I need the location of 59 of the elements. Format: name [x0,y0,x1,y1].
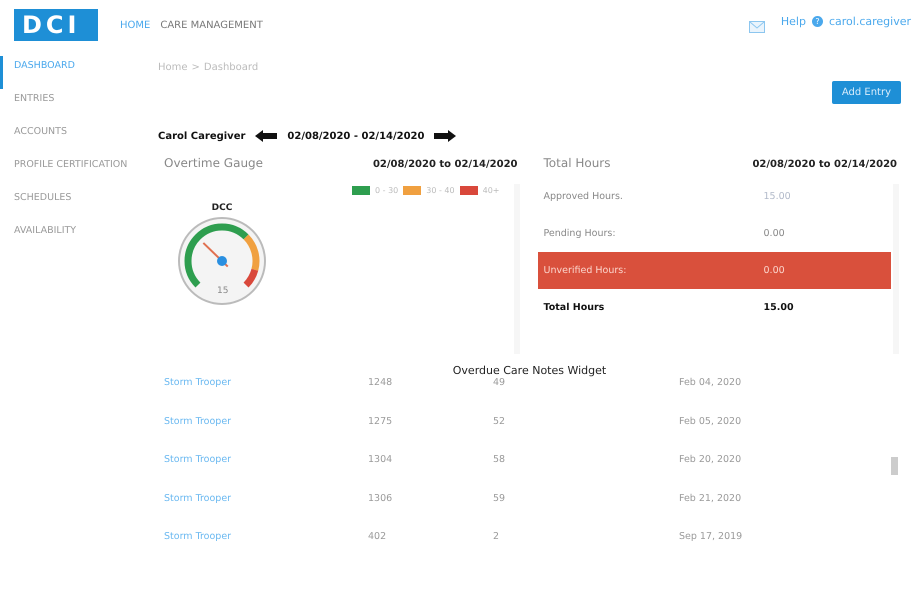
card-title: Overtime Gauge [164,156,264,170]
table-cell-text: 1275 [368,416,394,426]
table-cell-text: 1248 [368,377,394,388]
legend-label: 40+ [482,186,500,195]
hours-value: 0.00 [764,265,785,276]
envelope-icon[interactable] [748,21,765,33]
table-cell-text: 2 [493,531,500,542]
caregiver-name: Carol Caregiver [158,130,246,142]
breadcrumb-link[interactable]: Home [158,62,188,73]
date-cell: Feb 05, 2020 [679,416,742,426]
table-cell-text: 1304 [368,454,394,465]
breadcrumb-separator: > [192,62,200,73]
widget-title: Overdue Care Notes Widget [452,364,608,377]
gauge-value: 15 [217,286,228,296]
table-cell-text: 49 [493,377,506,388]
client-link[interactable]: Storm Trooper [164,416,368,426]
client-link[interactable]: Storm Trooper [164,377,368,388]
add-entry-button[interactable]: Add Entry [832,81,901,104]
table-cell-text: 1306 [368,492,394,504]
left-arrow-icon[interactable] [255,130,278,142]
hours-value: 15.00 [764,302,794,313]
sidebar-item[interactable]: AVAILABILITY [0,221,140,254]
date-cell: Sep 17, 2019 [679,531,742,542]
date-cell: Feb 21, 2020 [679,492,742,504]
legend-label: 0 - 30 [375,186,398,195]
breadcrumb-current: Dashboard [204,62,258,73]
help-icon[interactable]: ? [812,16,823,26]
sidebar-item[interactable]: ACCOUNTS [0,122,140,155]
table-cell-text: 52 [493,416,506,426]
date-range: 02/08/2020 to 02/14/2020 [752,159,897,170]
client-link[interactable]: Storm Trooper [164,531,368,542]
date-cell: Feb 04, 2020 [679,377,742,388]
logo[interactable]: DCI [14,9,98,41]
nav-link[interactable]: CARE MANAGEMENT [160,20,263,30]
client-link[interactable]: Storm Trooper [164,454,368,465]
sidebar-item[interactable]: SCHEDULES [0,188,140,221]
date-range: 02/08/2020 to 02/14/2020 [372,159,518,170]
hours-value: 15.00 [764,191,791,202]
nav-link[interactable]: HOME [120,20,150,30]
date-cell: Feb 20, 2020 [679,454,742,465]
gauge-label: DCC [212,203,232,213]
hours-label: Pending Hours: [544,228,617,239]
hours-value: 0.00 [764,228,785,239]
table-cell-text: 59 [493,492,506,504]
legend-label: 30 - 40 [426,186,455,195]
help-link[interactable]: Help [780,14,806,28]
client-link[interactable]: Storm Trooper [164,492,368,504]
hours-label: Total Hours [544,302,606,313]
date-range: 02/08/2020 - 02/14/2020 [287,130,424,142]
table-cell-text: 58 [493,454,506,465]
sidebar-item[interactable]: DASHBOARD [0,56,140,89]
table-cell-text: 402 [368,531,388,542]
right-arrow-icon[interactable] [434,130,456,142]
hours-label: Approved Hours. [544,191,624,202]
hours-label: Unverified Hours: [544,265,628,276]
card-title: Total Hours [544,156,610,170]
user-link[interactable]: carol.caregiver [828,14,911,28]
sidebar-item[interactable]: PROFILE CERTIFICATION [0,155,140,188]
sidebar-item[interactable]: ENTRIES [0,89,140,122]
